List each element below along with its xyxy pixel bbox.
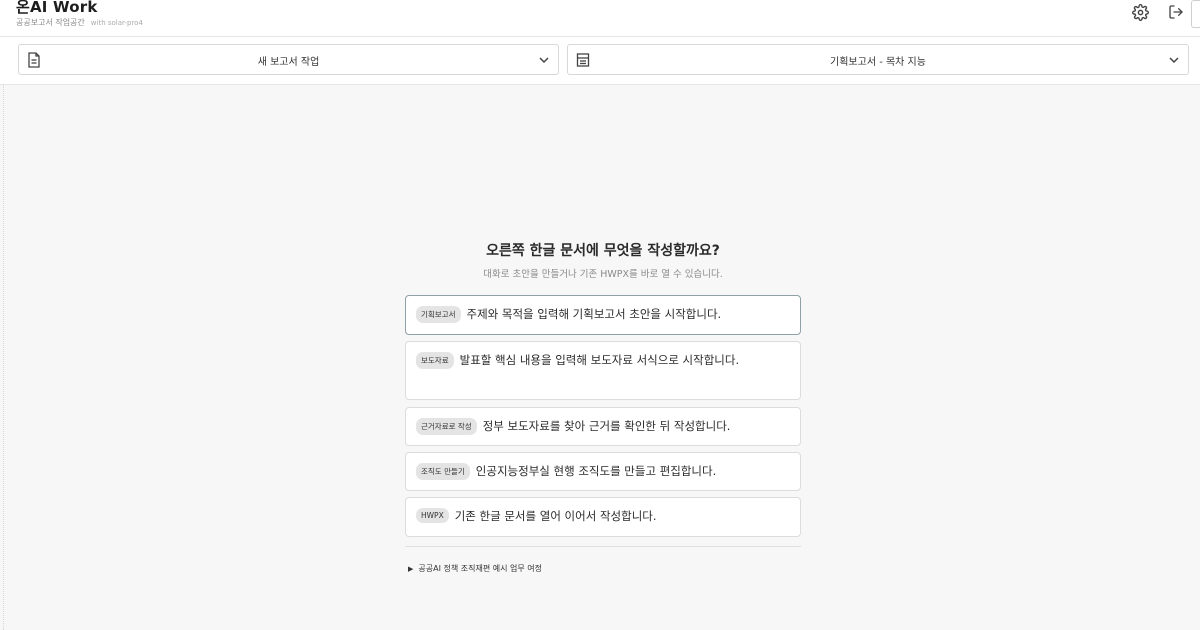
app-subtitle: 공공보고서 작업공간 with solar-pro4 [16,17,143,28]
welcome-heading: 오른쪽 한글 문서에 무엇을 작성할까요? [486,243,720,259]
example-journey-toggle[interactable]: ▶ 공공AI 정책 조직재편 예시 업무 여정 [408,563,542,574]
card-tag: 기획보고서 [416,306,461,323]
card-description: 인공지능정부실 현행 조직도를 만들고 편집합니다. [475,464,717,478]
report-template-label: 기획보고서 - 목차 지능 [830,57,926,68]
quick-start-card-hwpx[interactable]: HWPX 기존 한글 문서를 열어 이어서 작성합니다. [405,497,801,537]
example-journey-label: 공공AI 정책 조직재편 예시 업무 여정 [418,564,542,573]
quick-start-card-press-release[interactable]: 보도자료 발표할 핵심 내용을 입력해 보도자료 서식으로 시작합니다. [405,341,801,400]
workspace-name: 공공보고서 작업공간 [16,18,85,27]
card-tag: 보도자료 [416,352,454,369]
card-tag: 조직도 만들기 [416,463,470,480]
section-divider [405,546,801,547]
logout-icon [1169,5,1183,19]
app-title: 온AI Work [16,0,98,16]
welcome-subheading: 대화로 초안을 만들거나 기존 HWPX를 바로 열 수 있습니다. [483,269,723,280]
chevron-down-icon [539,57,549,64]
card-description: 주제와 목적을 입력해 기획보고서 초안을 시작합니다. [466,307,722,321]
gear-icon [1131,3,1149,21]
chevron-down-icon [1169,57,1179,64]
quick-start-card-evidence[interactable]: 근거자료로 작성 정부 보도자료를 찾아 근거를 확인한 뒤 작성합니다. [405,407,801,446]
quick-start-card-plan-report[interactable]: 기획보고서 주제와 목적을 입력해 기획보고서 초안을 시작합니다. [405,295,801,335]
app-window: 온AI Work 공공보고서 작업공간 with solar-pro4 새 보고… [0,0,1200,630]
report-template-select[interactable]: 기획보고서 - 목차 지능 [567,44,1189,75]
panel-divider [3,85,4,630]
logout-button[interactable] [1166,2,1186,22]
card-description: 기존 한글 문서를 열어 이어서 작성합니다. [454,509,657,523]
report-task-label: 새 보고서 작업 [257,57,320,68]
model-name: with solar-pro4 [90,19,143,27]
report-task-select[interactable]: 새 보고서 작업 [18,44,559,75]
card-tag: HWPX [416,508,449,523]
panel-edge-control[interactable] [1191,0,1200,28]
quick-start-card-org-chart[interactable]: 조직도 만들기 인공지능정부실 현행 조직도를 만들고 편집합니다. [405,452,801,491]
settings-button[interactable] [1130,2,1150,22]
card-tag: 근거자료로 작성 [416,418,477,435]
triangle-right-icon: ▶ [408,565,414,573]
selector-bar: 새 보고서 작업 기획보고서 - 목차 지능 [0,37,1200,85]
header: 온AI Work 공공보고서 작업공간 with solar-pro4 [0,0,1200,37]
card-description: 발표할 핵심 내용을 입력해 보도자료 서식으로 시작합니다. [459,353,740,367]
